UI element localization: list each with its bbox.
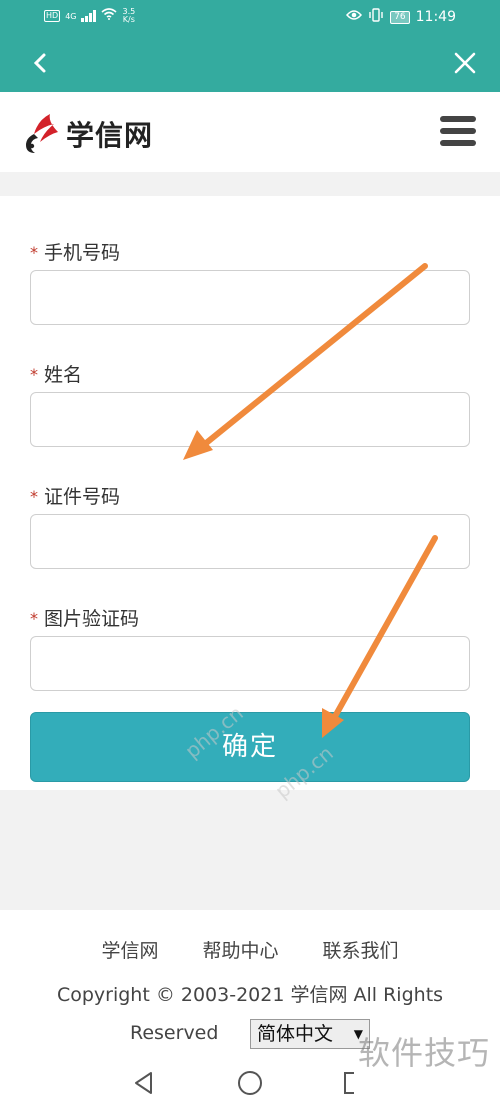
signal-icon xyxy=(81,10,97,22)
required-mark: * xyxy=(30,609,38,628)
field-name: * 姓名 xyxy=(30,358,470,480)
footer-links: 学信网 帮助中心 联系我们 xyxy=(0,936,500,963)
header-divider xyxy=(0,172,500,196)
network-type: 4G xyxy=(65,11,77,21)
nav-recent-button[interactable] xyxy=(344,1072,354,1094)
reserved-text: Reserved xyxy=(130,1022,219,1044)
site-header: 学信网 xyxy=(0,92,500,172)
status-bar: HD 4G 3.5 K/s 76 11:49 xyxy=(0,0,500,34)
logo-text: 学信网 xyxy=(66,119,154,152)
content-spacer xyxy=(0,790,500,910)
verification-form: * 手机号码 * 姓名 * 证件号码 * 图片验证码 xyxy=(30,236,470,724)
submit-button[interactable]: 确定 xyxy=(30,712,470,782)
vibrate-icon xyxy=(368,8,384,26)
wifi-icon xyxy=(101,8,118,24)
footer-link-contact[interactable]: 联系我们 xyxy=(323,936,399,963)
site-logo[interactable]: 学信网 xyxy=(20,112,153,156)
status-left: HD 4G 3.5 K/s xyxy=(44,8,135,24)
id-number-input[interactable] xyxy=(30,514,470,569)
triangle-back-icon xyxy=(135,1072,152,1094)
required-mark: * xyxy=(30,487,38,506)
field-phone: * 手机号码 xyxy=(30,236,470,358)
eye-icon xyxy=(346,9,363,25)
field-id-number: * 证件号码 xyxy=(30,480,470,602)
chevron-left-icon xyxy=(33,53,46,73)
language-selected: 简体中文 xyxy=(257,1023,334,1045)
language-select[interactable]: 简体中文 ▼ xyxy=(250,1019,370,1049)
close-icon xyxy=(454,52,476,74)
field-label: * 图片验证码 xyxy=(30,608,140,630)
battery-icon: 76 xyxy=(390,10,410,24)
status-right: 76 11:49 xyxy=(346,8,456,26)
title-bar xyxy=(0,34,500,92)
footer-link-home[interactable]: 学信网 xyxy=(101,936,158,963)
phone-input[interactable] xyxy=(30,270,470,325)
captcha-input[interactable] xyxy=(30,636,470,691)
required-mark: * xyxy=(30,243,38,262)
name-input[interactable] xyxy=(30,392,470,447)
watermark-corner: 软件技巧 xyxy=(358,1034,491,1072)
nav-back-button[interactable] xyxy=(132,1070,154,1100)
logo-icon xyxy=(26,114,58,153)
field-label: * 证件号码 xyxy=(30,486,121,508)
footer-link-help[interactable]: 帮助中心 xyxy=(202,936,278,963)
field-label: * 姓名 xyxy=(30,364,83,386)
field-captcha: * 图片验证码 xyxy=(30,602,470,724)
copyright-text: Copyright © 2003-2021 学信网 All Rights xyxy=(56,984,444,1006)
hd-icon: HD xyxy=(44,10,61,22)
status-time: 11:49 xyxy=(415,9,456,25)
net-speed: 3.5 K/s xyxy=(122,7,136,24)
nav-home-button[interactable] xyxy=(238,1071,262,1095)
field-label: * 手机号码 xyxy=(30,242,121,264)
hamburger-menu-icon xyxy=(440,116,476,146)
menu-button[interactable] xyxy=(440,116,476,148)
close-button[interactable] xyxy=(448,46,482,80)
back-button[interactable] xyxy=(24,46,58,80)
required-mark: * xyxy=(30,365,38,384)
